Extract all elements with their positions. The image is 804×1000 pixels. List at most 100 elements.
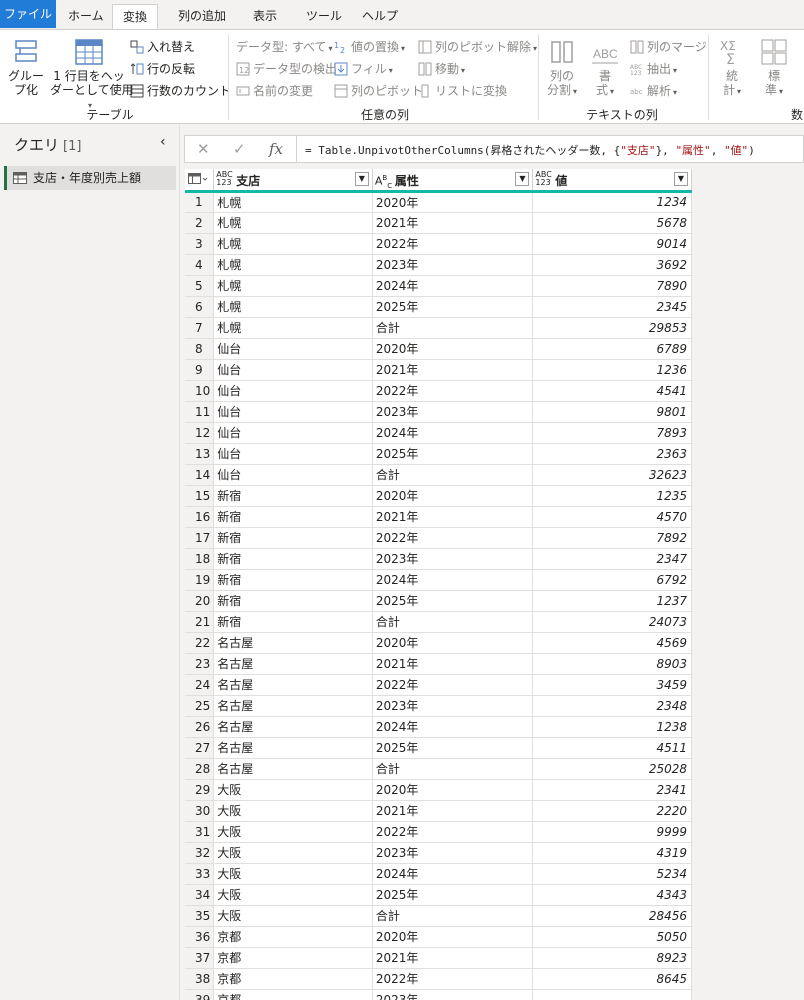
attribute-cell[interactable]: 2021年 [372,359,534,381]
unpivot-columns-button[interactable]: 列のピボット解除 ▾ [418,38,537,55]
row-number[interactable]: 2 [185,212,215,234]
value-cell[interactable]: 1238 [532,716,692,738]
table-row[interactable]: 30 大阪 2021年 2220 [185,800,692,822]
table-row[interactable]: 39 京都 2023年 [185,989,692,1000]
table-row[interactable]: 26 名古屋 2024年 1238 [185,716,692,738]
table-row[interactable]: 37 京都 2021年 8923 [185,947,692,969]
branch-cell[interactable]: 新宿 [213,527,373,549]
table-row[interactable]: 21 新宿 合計 24073 [185,611,692,633]
value-cell[interactable]: 4319 [532,842,692,864]
collapse-pane-chevron-icon[interactable]: ‹ [160,134,166,150]
attribute-cell[interactable]: 2024年 [372,422,534,444]
branch-cell[interactable]: 札幌 [213,212,373,234]
attribute-cell[interactable]: 2020年 [372,632,534,654]
table-row[interactable]: 23 名古屋 2021年 8903 [185,653,692,675]
attribute-cell[interactable]: 2025年 [372,737,534,759]
branch-cell[interactable]: 札幌 [213,296,373,318]
row-number[interactable]: 26 [185,716,215,738]
value-cell[interactable]: 2347 [532,548,692,570]
table-row[interactable]: 3 札幌 2022年 9014 [185,233,692,255]
branch-cell[interactable]: 名古屋 [213,632,373,654]
table-row[interactable]: 22 名古屋 2020年 4569 [185,632,692,654]
use-first-row-as-headers-button[interactable]: 1 行目をヘッ ダーとして使用▾ [50,38,134,113]
row-number[interactable]: 30 [185,800,215,822]
replace-values-button[interactable]: 1 2 値の置換 ▾ [334,38,405,55]
branch-cell[interactable]: 仙台 [213,338,373,360]
value-cell[interactable]: 32623 [532,464,692,486]
table-row[interactable]: 17 新宿 2022年 7892 [185,527,692,549]
value-cell[interactable]: 2220 [532,800,692,822]
table-row[interactable]: 28 名古屋 合計 25028 [185,758,692,780]
attribute-cell[interactable]: 2022年 [372,380,534,402]
attribute-cell[interactable]: 合計 [372,758,534,780]
attribute-cell[interactable]: 2020年 [372,191,534,213]
row-number[interactable]: 16 [185,506,215,528]
table-row[interactable]: 18 新宿 2023年 2347 [185,548,692,570]
table-row[interactable]: 15 新宿 2020年 1235 [185,485,692,507]
branch-cell[interactable]: 大阪 [213,884,373,906]
column-filter-dropdown-icon[interactable]: ▼ [354,172,369,186]
attribute-cell[interactable]: 2020年 [372,779,534,801]
tab-transform[interactable]: 変換 [112,4,159,31]
row-number[interactable]: 36 [185,926,215,948]
attribute-cell[interactable]: 2022年 [372,674,534,696]
table-row[interactable]: 9 仙台 2021年 1236 [185,359,692,381]
value-cell[interactable]: 7893 [532,422,692,444]
attribute-cell[interactable]: 2020年 [372,926,534,948]
value-cell[interactable]: 4541 [532,380,692,402]
branch-cell[interactable]: 仙台 [213,380,373,402]
count-rows-button[interactable]: 行数のカウント [130,82,231,99]
attribute-cell[interactable]: 2022年 [372,968,534,990]
table-row[interactable]: 19 新宿 2024年 6792 [185,569,692,591]
row-number[interactable]: 25 [185,695,215,717]
row-number[interactable]: 23 [185,653,215,675]
standard-button[interactable]: 標 準 ▾ [756,38,792,99]
row-number[interactable]: 10 [185,380,215,402]
row-number[interactable]: 22 [185,632,215,654]
branch-cell[interactable]: 大阪 [213,842,373,864]
row-number[interactable]: 33 [185,863,215,885]
row-number[interactable]: 37 [185,947,215,969]
branch-cell[interactable]: 大阪 [213,779,373,801]
row-number[interactable]: 12 [185,422,215,444]
value-cell[interactable]: 24073 [532,611,692,633]
column-filter-dropdown-icon[interactable]: ▼ [515,172,530,186]
statistics-button[interactable]: XΣ Σ 統 計 ▾ [714,38,750,99]
value-cell[interactable]: 8645 [532,968,692,990]
attribute-cell[interactable]: 合計 [372,317,534,339]
branch-cell[interactable]: 新宿 [213,506,373,528]
group-by-button[interactable]: グルー プ化 [6,38,46,97]
branch-cell[interactable]: 名古屋 [213,737,373,759]
row-number[interactable]: 9 [185,359,215,381]
attribute-cell[interactable]: 2023年 [372,989,534,1000]
value-cell[interactable]: 8903 [532,653,692,675]
column-header-attribute[interactable]: ABC 属性 ▼ [372,169,534,193]
table-row[interactable]: 36 京都 2020年 5050 [185,926,692,948]
attribute-cell[interactable]: 2021年 [372,653,534,675]
branch-cell[interactable]: 名古屋 [213,653,373,675]
tab-home[interactable]: ホーム [58,4,114,30]
value-cell[interactable]: 25028 [532,758,692,780]
value-cell[interactable]: 8923 [532,947,692,969]
table-row[interactable]: 20 新宿 2025年 1237 [185,590,692,612]
table-row[interactable]: 6 札幌 2025年 2345 [185,296,692,318]
pivot-column-button[interactable]: 列のピボット [334,82,423,99]
value-cell[interactable]: 4569 [532,632,692,654]
convert-to-list-button[interactable]: リストに変換 [418,82,507,99]
table-row[interactable]: 35 大阪 合計 28456 [185,905,692,927]
attribute-cell[interactable]: 2024年 [372,863,534,885]
value-cell[interactable]: 7890 [532,275,692,297]
table-row[interactable]: 11 仙台 2023年 9801 [185,401,692,423]
branch-cell[interactable]: 名古屋 [213,716,373,738]
table-row[interactable]: 31 大阪 2022年 9999 [185,821,692,843]
value-cell[interactable] [532,989,692,1000]
row-number[interactable]: 24 [185,674,215,696]
extract-button[interactable]: ABC 123 抽出 ▾ [630,60,677,77]
table-row[interactable]: 34 大阪 2025年 4343 [185,884,692,906]
move-button[interactable]: 移動 ▾ [418,60,465,77]
value-cell[interactable]: 5678 [532,212,692,234]
value-cell[interactable]: 1235 [532,485,692,507]
branch-cell[interactable]: 仙台 [213,401,373,423]
branch-cell[interactable]: 札幌 [213,233,373,255]
data-type-dropdown[interactable]: データ型: すべて ▾ [236,38,333,55]
